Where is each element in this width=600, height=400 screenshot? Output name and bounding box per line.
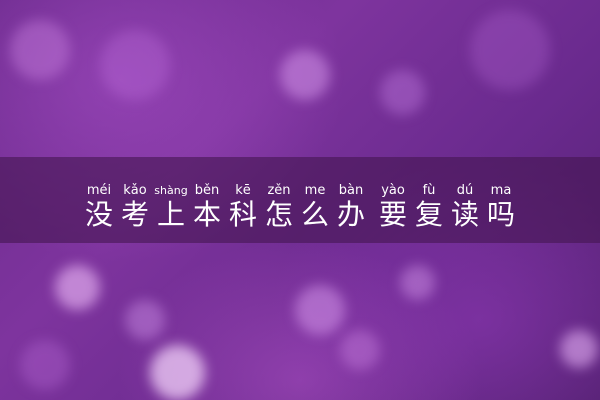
page-title: méi 没 kǎo 考 shàng 上 běn 本 kē 科 zěn 怎 me … [0, 157, 600, 243]
hanzi-character: 上 [156, 198, 185, 231]
hanzi-character: 要 [378, 198, 407, 231]
pinyin-annotation: méi [86, 183, 112, 198]
title-char: kē 科 [226, 183, 260, 231]
hanzi-character: 科 [228, 198, 257, 231]
bokeh-light [100, 30, 170, 100]
bokeh-light [20, 340, 70, 390]
title-char: dú 读 [448, 183, 482, 231]
bokeh-light [280, 50, 330, 100]
pinyin-annotation: kē [235, 183, 251, 198]
bokeh-light [340, 330, 380, 370]
pinyin-annotation: kǎo [123, 183, 147, 198]
pinyin-annotation: yào [381, 183, 405, 198]
bokeh-light [470, 10, 550, 90]
hanzi-character: 考 [120, 198, 149, 231]
title-char: bàn 办 [334, 183, 368, 231]
bokeh-light [295, 285, 345, 335]
hanzi-character: 没 [84, 198, 113, 231]
title-char: běn 本 [190, 183, 224, 231]
pinyin-annotation: běn [194, 183, 220, 198]
pinyin-annotation: ma [490, 183, 512, 198]
title-char: shàng 上 [154, 183, 188, 231]
hanzi-character: 么 [300, 198, 329, 231]
pinyin-annotation: shàng [154, 184, 188, 197]
pinyin-annotation: me [304, 183, 326, 198]
pinyin-annotation: fù [422, 183, 436, 198]
bokeh-light [400, 265, 435, 300]
title-char: me 么 [298, 183, 332, 231]
bokeh-light [55, 265, 100, 310]
bokeh-light [560, 330, 598, 368]
hanzi-character: 怎 [264, 198, 293, 231]
hanzi-character: 本 [192, 198, 221, 231]
title-char: zěn 怎 [262, 183, 296, 231]
bokeh-light [380, 70, 425, 115]
title-char: méi 没 [82, 183, 116, 231]
bokeh-light [150, 345, 205, 400]
hanzi-character: 吗 [486, 198, 515, 231]
hanzi-character: 办 [336, 198, 365, 231]
title-char: ma 吗 [484, 183, 518, 231]
pinyin-annotation: dú [456, 183, 474, 198]
title-char: yào 要 [376, 183, 410, 231]
hanzi-character: 复 [414, 198, 443, 231]
title-char: kǎo 考 [118, 183, 152, 231]
title-char: fù 复 [412, 183, 446, 231]
hanzi-character: 读 [450, 198, 479, 231]
pinyin-annotation: zěn [267, 183, 291, 198]
bokeh-light [10, 20, 70, 80]
bokeh-light [125, 300, 165, 340]
pinyin-annotation: bàn [338, 183, 364, 198]
